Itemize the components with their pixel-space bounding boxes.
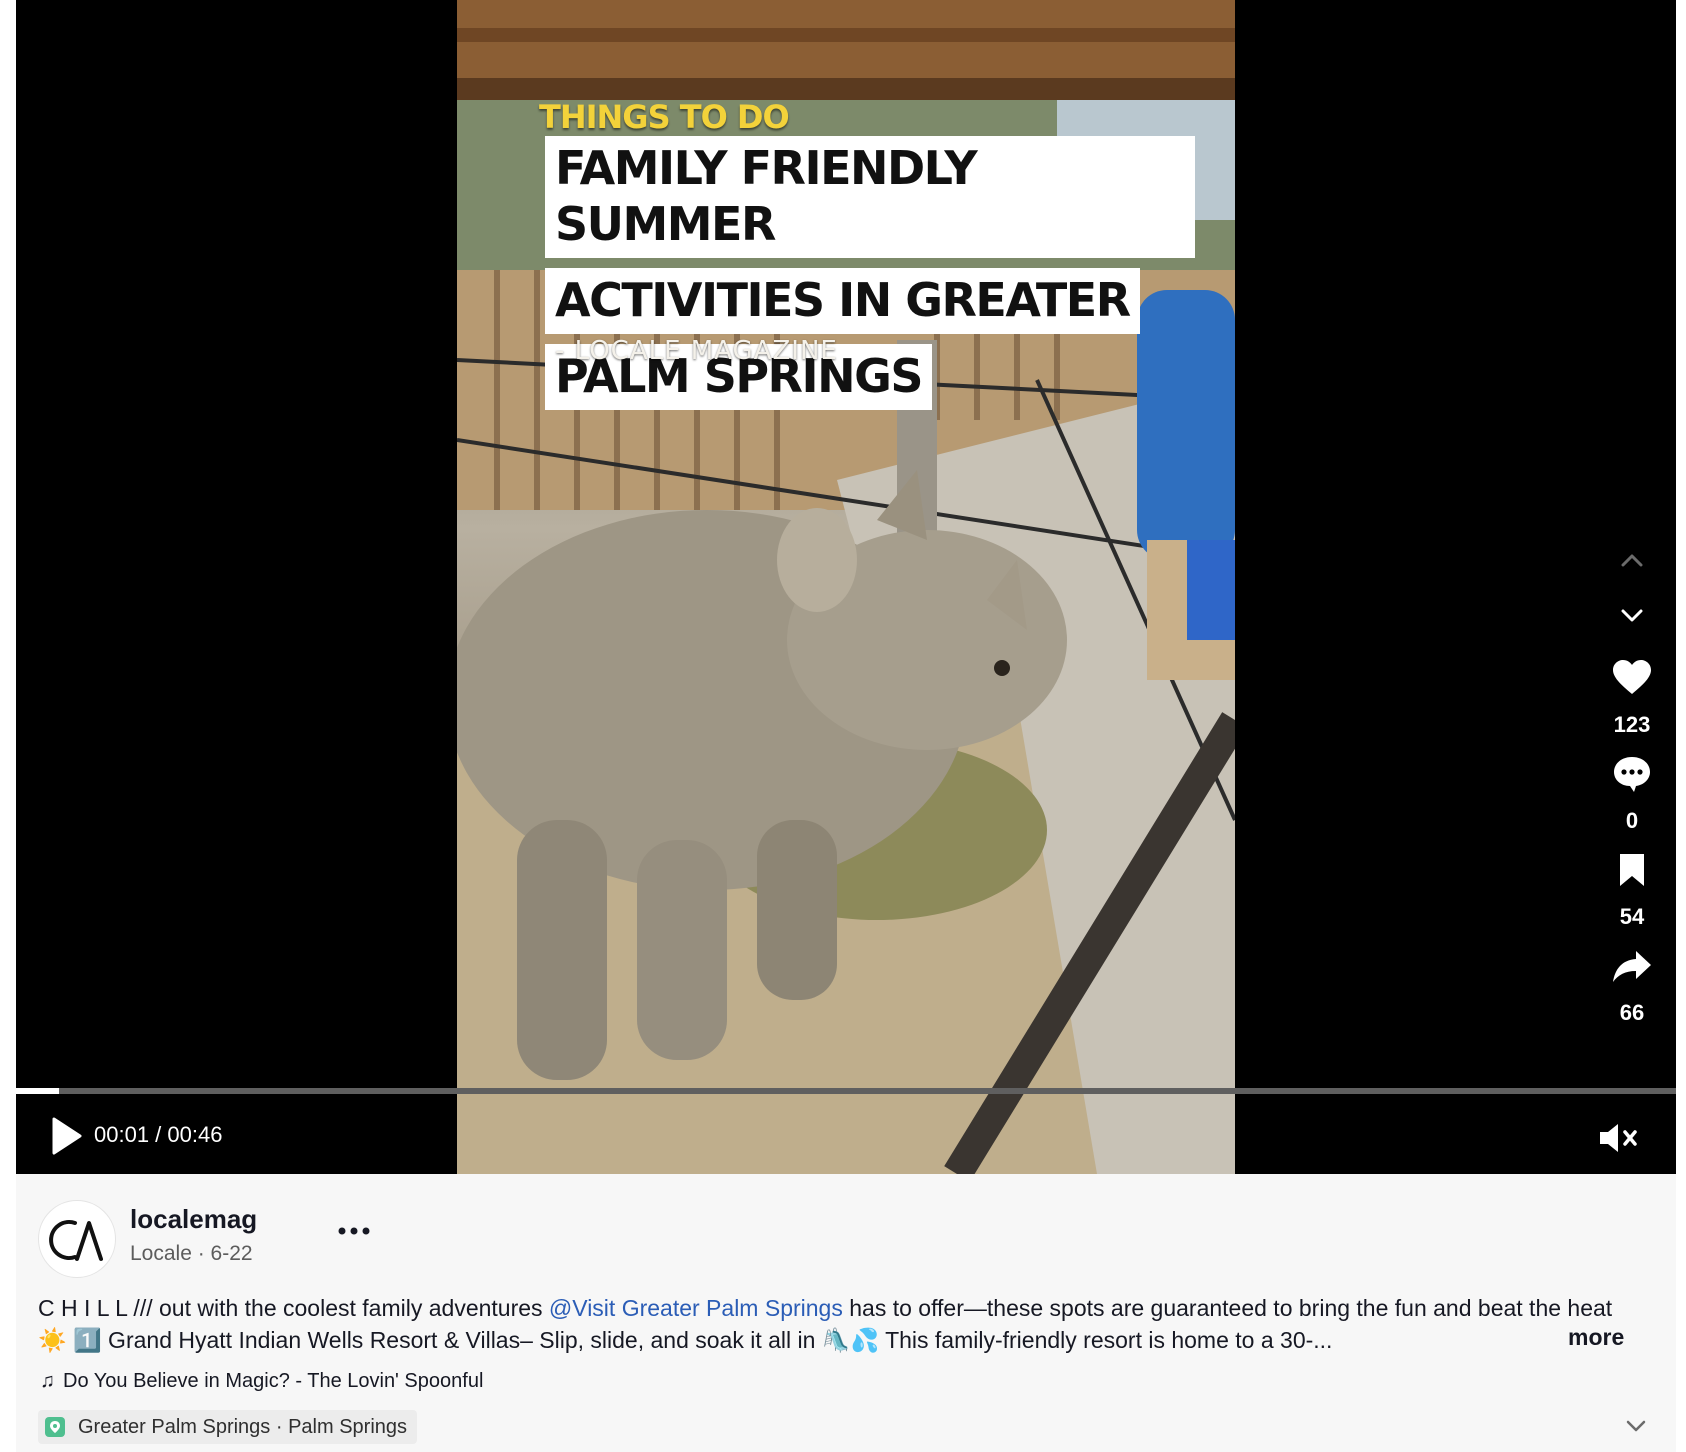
bookmark-count: 54 — [1619, 904, 1645, 929]
expand-chevron-icon[interactable] — [1624, 1418, 1648, 1434]
share-count: 66 — [1619, 1000, 1645, 1025]
progress-bar[interactable] — [16, 1088, 1676, 1094]
headline-line-2: ACTIVITIES IN GREATER — [545, 268, 1140, 334]
mute-icon[interactable] — [1596, 1120, 1640, 1156]
share-icon[interactable] — [1610, 944, 1654, 988]
avatar[interactable] — [38, 1200, 116, 1278]
mention-link[interactable]: @Visit Greater Palm Springs — [549, 1295, 843, 1321]
like-count: 123 — [1613, 712, 1651, 737]
music-title: Do You Believe in Magic? - The Lovin' Sp… — [63, 1370, 484, 1392]
location-pin-icon — [44, 1416, 66, 1438]
comment-icon[interactable] — [1610, 752, 1654, 796]
music-note-icon: ♫ — [40, 1370, 55, 1392]
action-bar: 123 0 54 66 — [1576, 540, 1676, 1026]
heart-icon[interactable] — [1610, 656, 1654, 700]
video-tag-text: THINGS TO DO — [539, 98, 790, 136]
comment-count: 0 — [1625, 808, 1639, 833]
video-frame[interactable]: THINGS TO DO FAMILY FRIENDLY SUMMER ACTI… — [457, 0, 1235, 1174]
author-name[interactable]: localemag — [130, 1204, 257, 1235]
location-text: Greater Palm Springs · Palm Springs — [78, 1415, 408, 1438]
chevron-down-icon[interactable] — [1612, 596, 1652, 636]
location-tag[interactable]: Greater Palm Springs · Palm Springs — [38, 1410, 418, 1444]
bookmark-icon[interactable] — [1610, 848, 1654, 892]
progress-fill — [16, 1088, 60, 1094]
music-info[interactable]: ♫ Do You Believe in Magic? - The Lovin' S… — [40, 1370, 483, 1393]
post-meta: Locale · 6-22 — [130, 1242, 253, 1265]
headline-line-1: FAMILY FRIENDLY SUMMER — [545, 136, 1195, 258]
more-button[interactable]: more — [1568, 1324, 1624, 1351]
video-source-text: - LOCALE MAGAZINE — [555, 336, 838, 366]
video-headline: FAMILY FRIENDLY SUMMER ACTIVITIES IN GRE… — [545, 136, 1195, 420]
more-options-icon[interactable] — [336, 1224, 376, 1238]
post-caption: C H I L L /// out with the coolest famil… — [38, 1292, 1618, 1356]
play-icon[interactable] — [50, 1116, 84, 1156]
caption-text-1: C H I L L /// out with the coolest famil… — [38, 1295, 549, 1321]
post-info: localemag Locale · 6-22 C H I L L /// ou… — [16, 1174, 1676, 1452]
time-display: 00:01 / 00:46 — [94, 1122, 223, 1147]
chevron-up-icon[interactable] — [1612, 540, 1652, 580]
video-player[interactable]: THINGS TO DO FAMILY FRIENDLY SUMMER ACTI… — [16, 0, 1676, 1174]
